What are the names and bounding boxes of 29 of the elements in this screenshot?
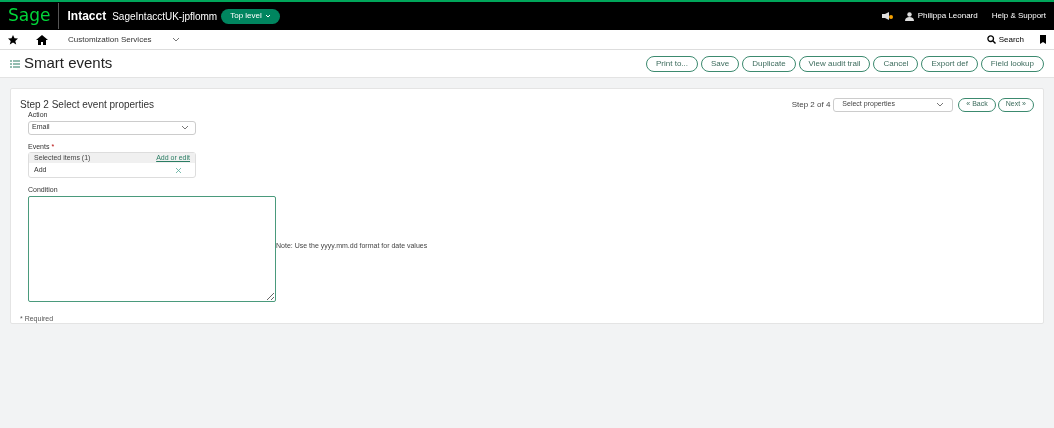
level-button[interactable]: Top level bbox=[221, 8, 280, 24]
user-icon bbox=[904, 11, 914, 21]
megaphone-icon[interactable] bbox=[880, 11, 893, 21]
help-link[interactable]: Help & Support bbox=[991, 10, 1046, 22]
condition-field[interactable] bbox=[28, 195, 276, 302]
search-link[interactable]: Search bbox=[998, 33, 1024, 46]
toolbar-button[interactable]: View audit trail bbox=[798, 55, 871, 72]
company-name: SageIntacctUK-jpflomm bbox=[112, 9, 218, 24]
product-name: Intacct bbox=[67, 8, 107, 25]
page-title: Smart events bbox=[24, 53, 113, 74]
module-menu[interactable]: Customization Services bbox=[68, 33, 172, 46]
toolbar-button[interactable]: Export def bbox=[921, 55, 978, 72]
chevron-down-icon bbox=[936, 102, 945, 107]
star-icon[interactable] bbox=[8, 34, 18, 45]
step-label: Step 2 of 4 bbox=[791, 98, 831, 111]
logo[interactable]: Sage bbox=[8, 3, 60, 29]
toolbar-button[interactable]: Field lookup bbox=[980, 55, 1044, 72]
chevron-down-icon bbox=[181, 125, 189, 130]
user-name[interactable]: Philippa Leonard bbox=[917, 10, 978, 22]
toolbar-button[interactable]: Cancel bbox=[873, 55, 919, 72]
bookmark-icon[interactable] bbox=[1040, 35, 1046, 44]
chevron-down-icon bbox=[264, 14, 271, 18]
search-icon[interactable] bbox=[986, 35, 996, 44]
step-heading: Step 2 Select event properties bbox=[20, 98, 154, 112]
home-icon[interactable] bbox=[36, 34, 48, 45]
toolbar-button[interactable]: Save bbox=[701, 55, 740, 72]
chevron-down-icon bbox=[172, 37, 180, 42]
toolbar-button[interactable]: Duplicate bbox=[742, 55, 796, 72]
toolbar-button[interactable]: Print to... bbox=[646, 55, 698, 72]
